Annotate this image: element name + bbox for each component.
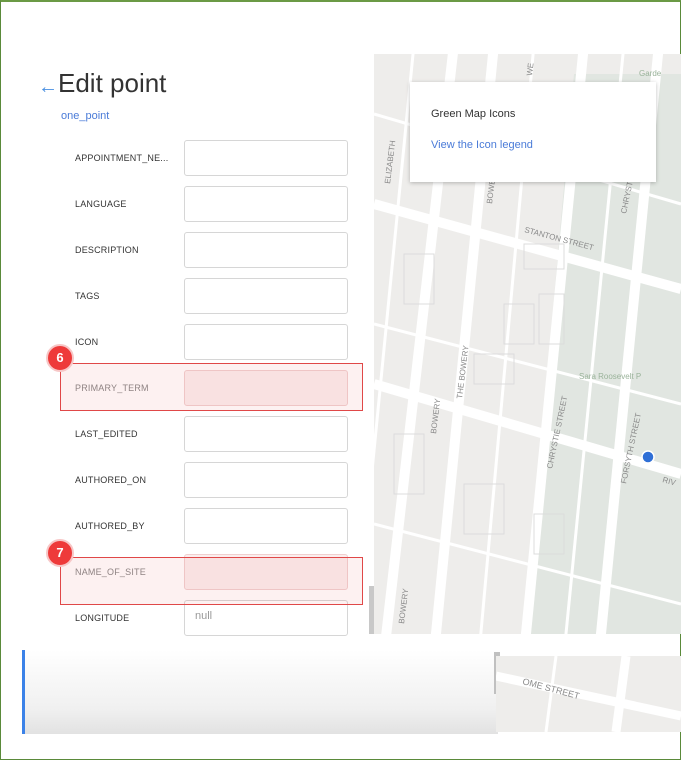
map-label-we: WE (525, 62, 536, 76)
field-label: AUTHORED_ON (75, 475, 147, 485)
field-row: LAST_EDITED (22, 416, 370, 456)
tags-input[interactable] (184, 278, 348, 314)
marker-badge-6: 6 (46, 344, 74, 372)
last-edited-input[interactable] (184, 416, 348, 452)
field-row: LONGITUDE null (22, 600, 370, 636)
field-label: LANGUAGE (75, 199, 127, 209)
appointment-input[interactable] (184, 140, 348, 176)
highlight-box-primary-term (60, 363, 363, 411)
highlight-box-name-of-site (60, 557, 363, 605)
field-label: ICON (75, 337, 99, 347)
legend-title: Green Map Icons (431, 108, 516, 120)
layer-name-link[interactable]: one_point (61, 110, 109, 122)
accent-bar (22, 650, 25, 734)
authored-on-input[interactable] (184, 462, 348, 498)
field-row: LANGUAGE (22, 186, 370, 226)
field-label: TAGS (75, 291, 100, 301)
map-label-garden: Garde (639, 69, 662, 78)
field-label: APPOINTMENT_NE... (75, 153, 169, 163)
description-input[interactable] (184, 232, 348, 268)
field-row: AUTHORED_BY (22, 508, 370, 548)
map-point-marker[interactable] (641, 450, 655, 464)
longitude-input[interactable]: null (184, 600, 348, 636)
field-row: DESCRIPTION (22, 232, 370, 272)
field-row: APPOINTMENT_NE... (22, 140, 370, 180)
field-label: DESCRIPTION (75, 245, 139, 255)
bottom-panel (22, 650, 498, 734)
field-label: AUTHORED_BY (75, 521, 145, 531)
field-label: LAST_EDITED (75, 429, 138, 439)
field-row: TAGS (22, 278, 370, 318)
map-view-lower[interactable]: OME STREET (496, 656, 681, 732)
field-row: AUTHORED_ON (22, 462, 370, 502)
page-title: Edit point (58, 68, 167, 98)
language-input[interactable] (184, 186, 348, 222)
map-label-park: Sara Roosevelt P (579, 372, 641, 381)
icon-legend-link[interactable]: View the Icon legend (431, 139, 533, 151)
map-legend-panel: Green Map Icons View the Icon legend (410, 82, 656, 182)
back-arrow-icon[interactable]: ← (38, 76, 58, 99)
icon-input[interactable] (184, 324, 348, 360)
authored-by-input[interactable] (184, 508, 348, 544)
field-row: ICON (22, 324, 370, 364)
field-label: LONGITUDE (75, 613, 130, 623)
marker-badge-7: 7 (46, 539, 74, 567)
map-canvas-lower: OME STREET (496, 656, 681, 732)
